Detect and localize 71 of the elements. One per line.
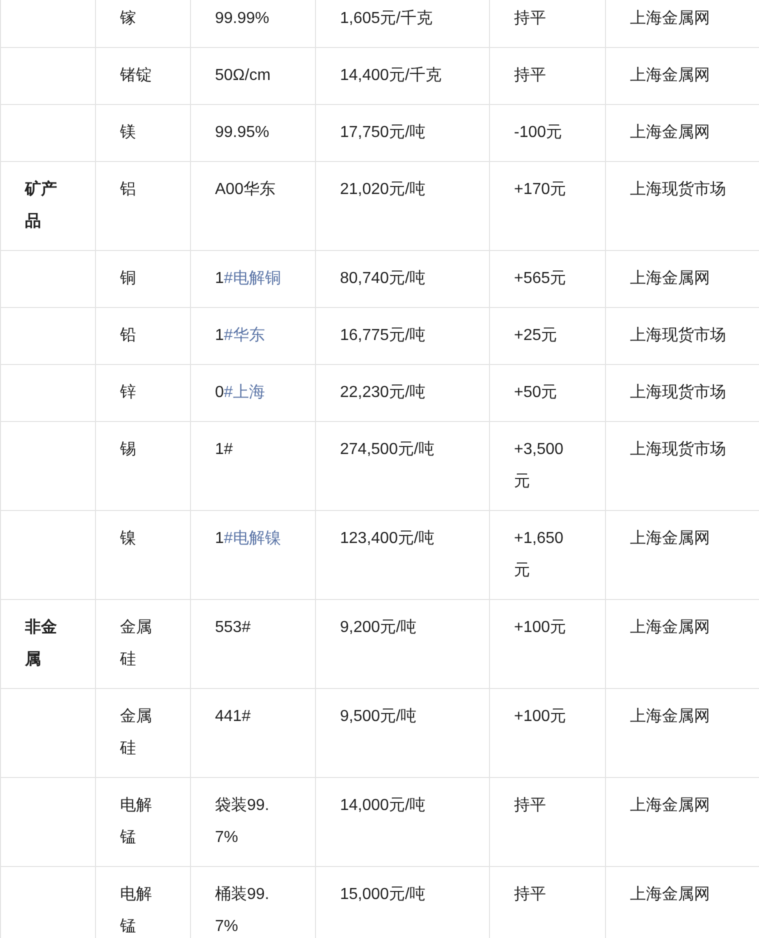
price-text: 80,740元/吨 (340, 270, 426, 287)
change-text: +100元 (514, 619, 566, 636)
source-text: 上海金属网 (630, 886, 710, 903)
product-name: 锗锭 (120, 67, 152, 84)
change-text: +25元 (514, 327, 558, 344)
spec-link[interactable]: #电解铜 (224, 270, 281, 287)
change-text: +565元 (514, 270, 566, 287)
source-text: 上海金属网 (630, 530, 710, 547)
change-text: +1,650元 (514, 530, 564, 579)
source-text: 上海现货市场 (630, 384, 726, 401)
product-name: 铜 (120, 270, 136, 287)
change-text: +3,500元 (514, 441, 564, 490)
product-name: 铅 (120, 327, 136, 344)
spec-text: A00华东 (215, 181, 276, 198)
price-text: 22,230元/吨 (340, 384, 426, 401)
change-text: 持平 (514, 797, 546, 814)
spec-text: 99.95% (215, 124, 270, 141)
source-text: 上海现货市场 (630, 327, 726, 344)
change-text: 持平 (514, 10, 546, 27)
product-name: 锡 (120, 441, 136, 458)
spec-text: 1 (215, 327, 224, 344)
spec-text: 1 (215, 270, 224, 287)
product-name: 镁 (120, 124, 136, 141)
source-text: 上海金属网 (630, 619, 710, 636)
source-text: 上海现货市场 (630, 181, 726, 198)
change-text: +100元 (514, 708, 566, 725)
source-text: 上海金属网 (630, 10, 710, 27)
price-text: 9,500元/吨 (340, 708, 416, 725)
spec-text: 50Ω/cm (215, 67, 271, 84)
spec-link[interactable]: #华东 (224, 327, 265, 344)
price-text: 15,000元/吨 (340, 886, 426, 903)
category-label: 非金属 (25, 619, 57, 668)
category-label: 矿产品 (25, 181, 57, 230)
spec-link[interactable]: #电解镍 (224, 530, 281, 547)
spec-text: 99.99% (215, 10, 270, 27)
spec-link[interactable]: #上海 (224, 384, 265, 401)
price-text: 14,000元/吨 (340, 797, 426, 814)
change-text: +170元 (514, 181, 566, 198)
spec-text: 553# (215, 619, 251, 636)
price-text: 14,400元/千克 (340, 67, 442, 84)
change-text: 持平 (514, 67, 546, 84)
price-text: 1,605元/千克 (340, 10, 432, 27)
product-name: 铝 (120, 181, 136, 198)
source-text: 上海金属网 (630, 797, 710, 814)
product-name: 金属硅 (120, 619, 152, 668)
change-text: +50元 (514, 384, 558, 401)
price-text: 123,400元/吨 (340, 530, 434, 547)
source-text: 上海金属网 (630, 124, 710, 141)
change-text: 持平 (514, 886, 546, 903)
product-name: 锌 (120, 384, 136, 401)
price-text: 17,750元/吨 (340, 124, 426, 141)
spec-text: 1# (215, 441, 233, 458)
spec-text: 袋装99.7% (215, 797, 270, 846)
price-text: 21,020元/吨 (340, 181, 426, 198)
product-name: 电解锰 (120, 886, 152, 935)
price-text: 16,775元/吨 (340, 327, 426, 344)
price-text: 9,200元/吨 (340, 619, 416, 636)
source-text: 上海金属网 (630, 67, 710, 84)
source-text: 上海现货市场 (630, 441, 726, 458)
product-name: 镓 (120, 10, 136, 27)
change-text: -100元 (514, 124, 562, 141)
product-name: 电解锰 (120, 797, 152, 846)
source-text: 上海金属网 (630, 270, 710, 287)
spec-text: 441# (215, 708, 251, 725)
product-name: 金属硅 (120, 708, 152, 757)
product-name: 镍 (120, 530, 136, 547)
spec-text: 1 (215, 530, 224, 547)
spec-text: 0 (215, 384, 224, 401)
source-text: 上海金属网 (630, 708, 710, 725)
spec-text: 桶装99.7% (215, 886, 270, 935)
price-text: 274,500元/吨 (340, 441, 434, 458)
